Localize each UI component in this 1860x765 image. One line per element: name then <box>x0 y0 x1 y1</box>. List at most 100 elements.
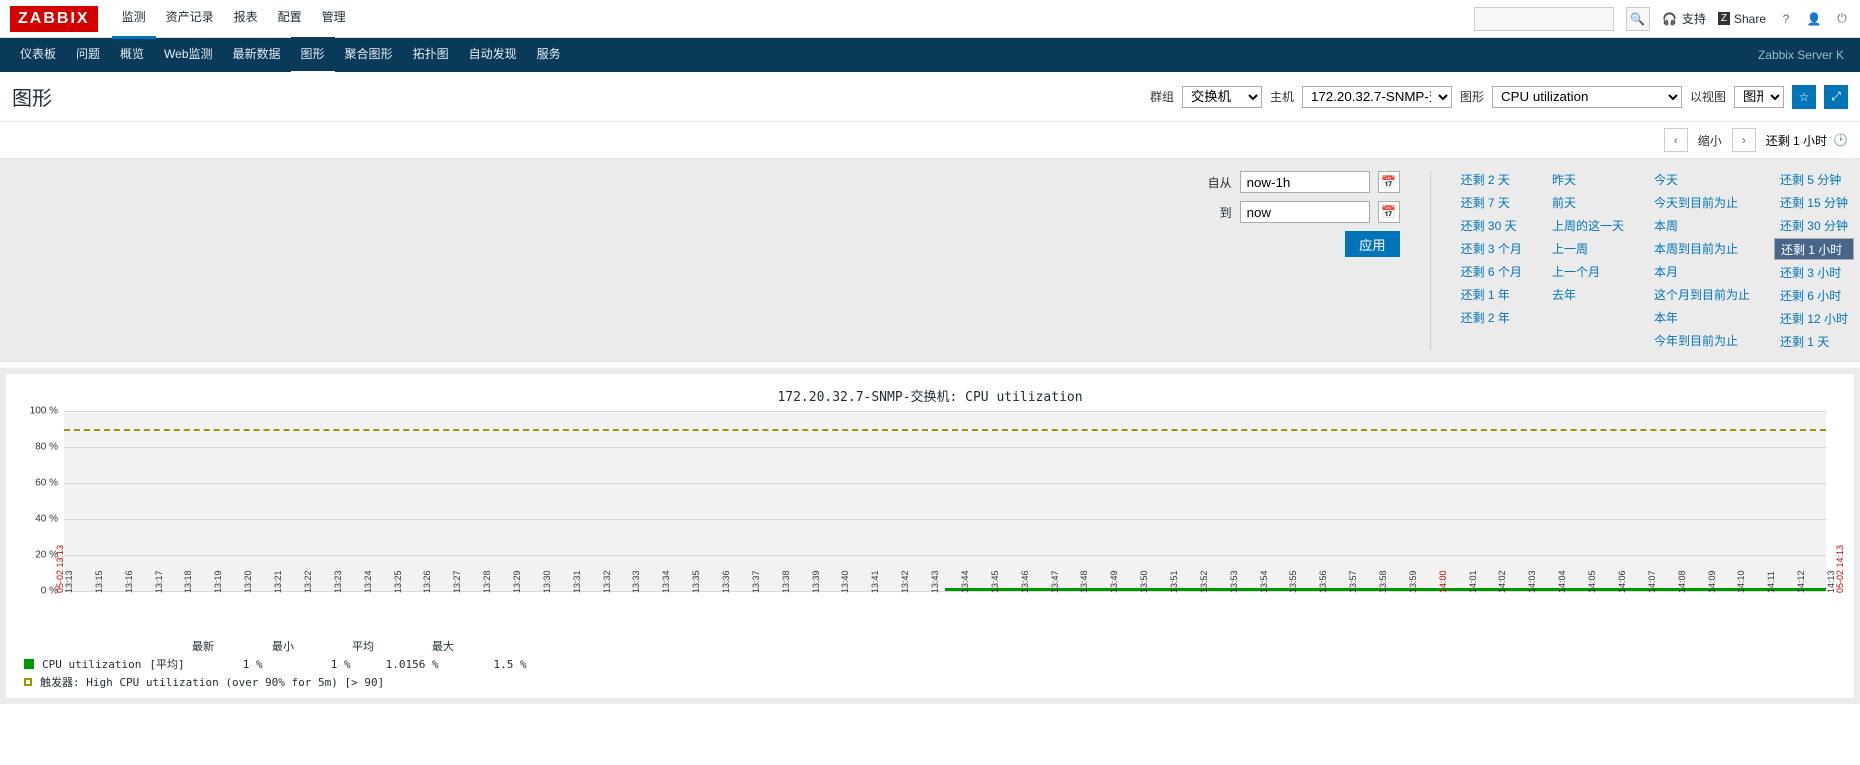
preset-link[interactable]: 今天 <box>1654 171 1750 188</box>
x-start: 05-02 13:13 <box>55 545 65 593</box>
preset-link[interactable]: 还剩 1 天 <box>1780 333 1848 350</box>
preset-link[interactable]: 这个月到目前为止 <box>1654 286 1750 303</box>
fullscreen-button[interactable]: ⤢ <box>1824 85 1848 109</box>
preset-link[interactable]: 还剩 2 天 <box>1461 171 1522 188</box>
share-label: Share <box>1734 12 1766 26</box>
topnav-item[interactable]: 资产记录 <box>156 0 224 39</box>
support-link[interactable]: 🎧支持 <box>1662 10 1706 27</box>
x-tick: 13:46 <box>1020 570 1030 593</box>
user-link[interactable]: 👤 <box>1806 11 1822 27</box>
preset-link[interactable]: 上周的这一天 <box>1552 217 1624 234</box>
preset-link[interactable]: 还剩 30 分钟 <box>1780 217 1848 234</box>
x-tick: 13:31 <box>572 570 582 593</box>
calendar-icon: 📅 <box>1381 205 1396 219</box>
subnav-item[interactable]: 自动发现 <box>459 37 527 74</box>
zoom-out-link[interactable]: 缩小 <box>1698 132 1722 149</box>
preset-link[interactable]: 本月 <box>1654 263 1750 280</box>
time-current-text: 还剩 1 小时 <box>1766 132 1827 149</box>
topnav-item[interactable]: 报表 <box>224 0 268 39</box>
preset-link[interactable]: 还剩 2 年 <box>1461 309 1522 326</box>
time-filter-box: 自从 📅 到 📅 应用 还剩 2 天还剩 7 天还剩 30 天还剩 3 个月还剩… <box>0 159 1860 362</box>
preset-link[interactable]: 上一个月 <box>1552 263 1624 280</box>
x-tick: 13:28 <box>482 570 492 593</box>
preset-link[interactable]: 还剩 30 天 <box>1461 217 1522 234</box>
group-label: 群组 <box>1150 88 1174 105</box>
graph-select[interactable]: CPU utilization <box>1492 86 1682 108</box>
search-button[interactable]: 🔍 <box>1626 7 1650 31</box>
x-tick: 14:04 <box>1557 570 1567 593</box>
preset-link[interactable]: 还剩 5 分钟 <box>1780 171 1848 188</box>
favorite-button[interactable]: ☆ <box>1792 85 1816 109</box>
x-tick: 13:25 <box>393 570 403 593</box>
x-tick: 13:57 <box>1348 570 1358 593</box>
share-link[interactable]: ZShare <box>1718 12 1766 26</box>
subnav-item[interactable]: 拓扑图 <box>403 37 459 74</box>
subnav-item[interactable]: 聚合图形 <box>335 37 403 74</box>
subnav-item[interactable]: 仪表板 <box>10 37 66 74</box>
time-next-button[interactable]: › <box>1732 128 1756 152</box>
x-tick: 13:30 <box>542 570 552 593</box>
x-tick: 13:18 <box>183 570 193 593</box>
x-tick: 13:50 <box>1139 570 1149 593</box>
logout-link[interactable]: ⏻ <box>1834 11 1850 27</box>
plot-grid <box>64 411 1826 591</box>
preset-link[interactable]: 还剩 1 年 <box>1461 286 1522 303</box>
preset-link[interactable]: 还剩 6 个月 <box>1461 263 1522 280</box>
preset-link[interactable]: 昨天 <box>1552 171 1624 188</box>
y-tick: 80 % <box>35 442 58 453</box>
x-tick: 13:43 <box>930 570 940 593</box>
preset-column: 昨天前天上周的这一天上一周上一个月去年 <box>1552 171 1624 350</box>
preset-link[interactable]: 还剩 15 分钟 <box>1780 194 1848 211</box>
subnav-item[interactable]: 最新数据 <box>223 37 291 74</box>
x-tick: 13:40 <box>840 570 850 593</box>
preset-link[interactable]: 还剩 12 小时 <box>1780 310 1848 327</box>
legend-swatch <box>24 659 34 669</box>
topnav-item[interactable]: 配置 <box>268 0 312 39</box>
subnav-item[interactable]: Web监测 <box>154 37 222 74</box>
host-select[interactable]: 172.20.32.7-SNMP-交换机 <box>1302 86 1452 108</box>
view-select[interactable]: 图形 <box>1734 86 1784 108</box>
to-input[interactable] <box>1240 201 1370 223</box>
x-tick: 14:12 <box>1796 570 1806 593</box>
preset-link[interactable]: 还剩 3 个月 <box>1461 240 1522 257</box>
top-nav: 监测资产记录报表配置管理 <box>112 0 356 39</box>
legend: 最新 最小 平均 最大 CPU utilization [平均] 1 % 1 %… <box>24 638 1836 690</box>
graph-title: 172.20.32.7-SNMP-交换机: CPU utilization <box>24 386 1836 405</box>
group-select[interactable]: 交换机 <box>1182 86 1262 108</box>
preset-link[interactable]: 前天 <box>1552 194 1624 211</box>
preset-column: 还剩 2 天还剩 7 天还剩 30 天还剩 3 个月还剩 6 个月还剩 1 年还… <box>1461 171 1522 350</box>
topnav-item[interactable]: 监测 <box>112 0 156 39</box>
x-tick: 13:26 <box>422 570 432 593</box>
topnav-item[interactable]: 管理 <box>312 0 356 39</box>
x-tick: 14:06 <box>1617 570 1627 593</box>
subnav-item[interactable]: 服务 <box>527 37 571 74</box>
x-tick: 13:22 <box>303 570 313 593</box>
search-input[interactable] <box>1474 7 1614 31</box>
clock-icon: 🕑 <box>1833 133 1848 147</box>
legend-trigger-text: 触发器: High CPU utilization (over 90% for … <box>40 674 384 690</box>
preset-link[interactable]: 本年 <box>1654 309 1750 326</box>
preset-link[interactable]: 上一周 <box>1552 240 1624 257</box>
to-calendar-button[interactable]: 📅 <box>1378 201 1400 223</box>
preset-link[interactable]: 去年 <box>1552 286 1624 303</box>
preset-link[interactable]: 还剩 1 小时 <box>1774 238 1854 260</box>
preset-link[interactable]: 本周到目前为止 <box>1654 240 1750 257</box>
time-prev-button[interactable]: ‹ <box>1664 128 1688 152</box>
subnav-item[interactable]: 问题 <box>66 37 110 74</box>
subnav-item[interactable]: 图形 <box>291 37 335 74</box>
preset-link[interactable]: 还剩 6 小时 <box>1780 287 1848 304</box>
preset-link[interactable]: 今年到目前为止 <box>1654 332 1750 349</box>
from-input[interactable] <box>1240 171 1370 193</box>
preset-link[interactable]: 本周 <box>1654 217 1750 234</box>
preset-link[interactable]: 今天到目前为止 <box>1654 194 1750 211</box>
apply-button[interactable]: 应用 <box>1345 231 1400 257</box>
legend-col-avg: 平均 <box>314 638 374 654</box>
preset-link[interactable]: 还剩 7 天 <box>1461 194 1522 211</box>
help-link[interactable]: ? <box>1778 11 1794 27</box>
subnav-item[interactable]: 概览 <box>110 37 154 74</box>
from-calendar-button[interactable]: 📅 <box>1378 171 1400 193</box>
time-nav: ‹ 缩小 › 还剩 1 小时 🕑 <box>0 122 1860 159</box>
preset-link[interactable]: 还剩 3 小时 <box>1780 264 1848 281</box>
legend-agg: [平均] <box>149 656 184 672</box>
legend-max: 1.5 % <box>467 658 527 671</box>
